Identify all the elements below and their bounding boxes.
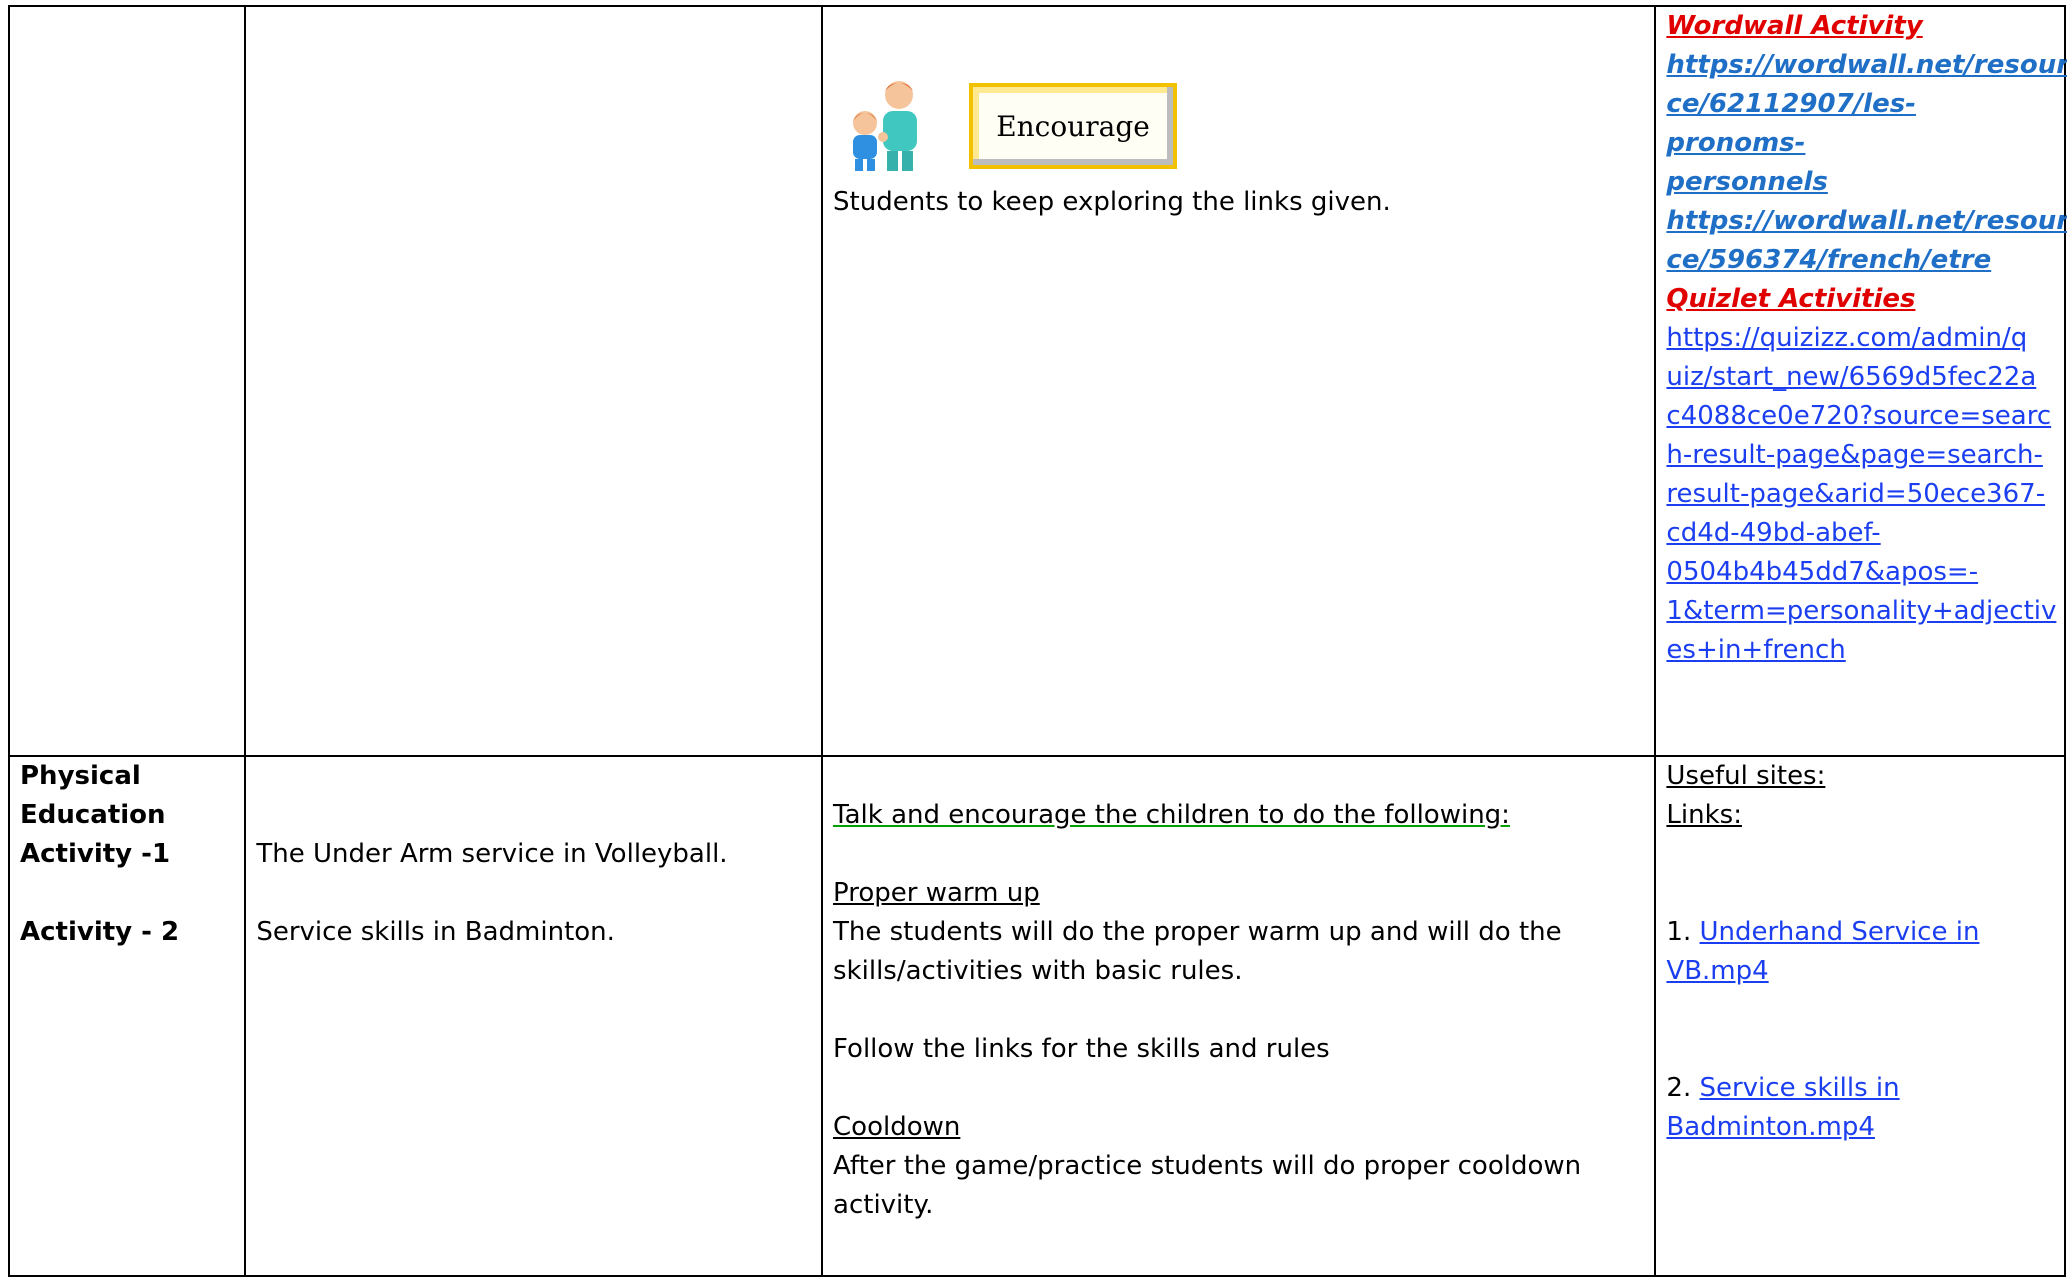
links-label: Links: [1666, 800, 1742, 830]
children-illustration-icon [853, 81, 918, 171]
intro-text: Talk and encourage the children to do th… [833, 800, 1510, 830]
quiz-link-line[interactable]: es+in+french [1666, 635, 1845, 665]
subject-cell-empty [7, 5, 247, 757]
badminton-service-link[interactable]: Service skills in Badminton.mp4 [1666, 1073, 1899, 1142]
wordwall-heading[interactable]: Wordwall Activity [1666, 11, 1922, 41]
quiz-link-line[interactable]: h-result-page&page=search- [1666, 440, 2042, 470]
follow-text: Follow the links for the skills and rule… [833, 1034, 1330, 1064]
activity-cell: Encourage Students to keep exploring the… [821, 5, 1657, 757]
wordwall-link-1-cont[interactable]: ce/62112907/les-pronoms- [1666, 89, 1916, 158]
wordwall-link-2[interactable]: https://wordwall.net/resour [1666, 206, 2067, 236]
wordwall-link-2-end[interactable]: ce/596374/french/etre [1666, 245, 1991, 275]
encourage-banner: Encourage [833, 73, 1644, 183]
table-row: Encourage Students to keep exploring the… [7, 5, 2067, 757]
quiz-link-line[interactable]: cd4d-49bd-abef- [1666, 518, 1880, 548]
resources-cell: Wordwall Activity https://wordwall.net/r… [1654, 5, 2067, 757]
topic-2: Service skills in Badminton. [256, 917, 615, 947]
resources-cell: Useful sites: Links: 1. Underhand Servic… [1654, 755, 2066, 1277]
warmup-heading: Proper warm up [833, 878, 1040, 908]
quiz-link-line[interactable]: c4088ce0e720?source=searc [1666, 401, 2051, 431]
quiz-link-line[interactable]: 0504b4b45dd7&apos=- [1666, 557, 1978, 587]
subject-line-2: Education [20, 800, 166, 830]
quiz-link-line[interactable]: 1&term=personality+adjectiv [1666, 596, 2056, 626]
subject-cell: Physical Education Activity -1 Activity … [7, 755, 247, 1277]
link-1-number: 1. [1666, 917, 1700, 947]
cooldown-heading: Cooldown [833, 1112, 961, 1142]
quiz-link-line[interactable]: result-page&arid=50ece367- [1666, 479, 2045, 509]
link-1-item: 1. Underhand Service in VB.mp4 [1666, 913, 2054, 991]
useful-sites-label: Useful sites: [1666, 761, 1826, 791]
quizlet-heading[interactable]: Quizlet Activities [1666, 284, 1915, 314]
quiz-link-line[interactable]: uiz/start_new/6569d5fec22a [1666, 362, 2036, 392]
topic-cell-empty [244, 5, 824, 757]
lesson-plan-table: Encourage Students to keep exploring the… [7, 5, 2067, 1277]
topic-cell: The Under Arm service in Volleyball. Ser… [244, 755, 824, 1277]
wordwall-link-1-end[interactable]: personnels [1666, 167, 1827, 197]
cooldown-text: After the game/practice students will do… [833, 1151, 1582, 1220]
link-2-number: 2. [1666, 1073, 1700, 1103]
subject-line-1: Physical [20, 761, 141, 791]
table-row: Physical Education Activity -1 Activity … [7, 755, 2066, 1277]
activity-1-label: Activity -1 [20, 839, 171, 869]
activity-cell: Talk and encourage the children to do th… [821, 755, 1657, 1277]
warmup-text: The students will do the proper warm up … [833, 917, 1562, 986]
encourage-text: Students to keep exploring the links giv… [833, 187, 1391, 217]
wordwall-link-1[interactable]: https://wordwall.net/resour [1666, 50, 2067, 80]
topic-1: The Under Arm service in Volleyball. [256, 839, 728, 869]
quiz-link-line[interactable]: https://quizizz.com/admin/q [1666, 323, 2027, 353]
encourage-label-box: Encourage [969, 83, 1178, 169]
underhand-service-link[interactable]: Underhand Service in VB.mp4 [1666, 917, 1979, 986]
encourage-label: Encourage [996, 109, 1150, 143]
activity-2-label: Activity - 2 [20, 917, 180, 947]
link-2-item: 2. Service skills in Badminton.mp4 [1666, 1069, 2054, 1147]
